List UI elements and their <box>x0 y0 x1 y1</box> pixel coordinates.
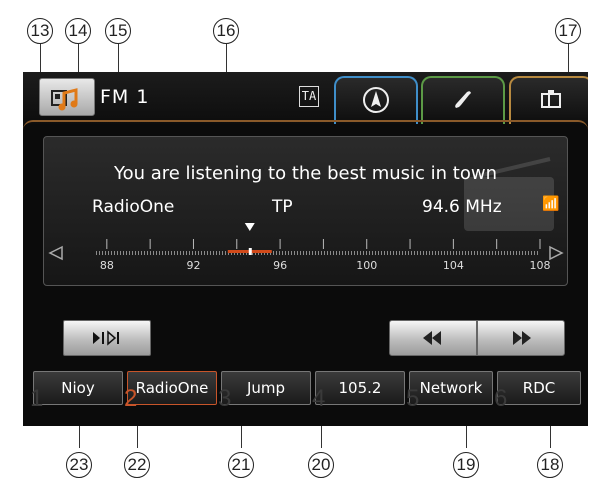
callout-19: 19 <box>453 452 479 478</box>
callout-21: 21 <box>228 452 254 478</box>
seek-forward-button[interactable] <box>477 320 565 356</box>
tab-media[interactable] <box>509 76 588 124</box>
radio-screen: FM 1 TA You are listening to the best mu… <box>23 72 588 426</box>
seek-forward-icon <box>513 331 531 345</box>
preset-bar: 1 Nioy 2 RadioOne 3 Jump 4 105.2 5 Netwo… <box>30 368 583 412</box>
tune-right-arrow-icon[interactable] <box>549 245 564 261</box>
ta-button[interactable]: TA <box>299 86 319 107</box>
preset-label: RadioOne <box>135 379 209 397</box>
scan-button[interactable] <box>63 320 151 356</box>
tuner-needle <box>248 248 252 255</box>
tuner-scale-label: 108 <box>530 259 551 272</box>
tab-phone[interactable] <box>421 76 505 124</box>
tuner-scale-label: 96 <box>273 259 287 272</box>
seek-backward-button[interactable] <box>389 320 477 356</box>
callout-22: 22 <box>124 452 150 478</box>
media-device-icon <box>541 90 561 108</box>
navigation-compass-icon <box>363 87 389 113</box>
callout-18: 18 <box>537 452 563 478</box>
preset-number: 3 <box>218 385 232 412</box>
preset-label: Nioy <box>61 379 95 397</box>
preset-1[interactable]: 1 Nioy <box>30 371 123 412</box>
preset-3[interactable]: 3 Jump <box>218 371 311 412</box>
band-label: FM 1 <box>100 86 150 108</box>
tuner-scale[interactable]: 88 92 96 100 104 108 <box>44 137 569 287</box>
preset-2[interactable]: 2 RadioOne <box>124 371 217 412</box>
callout-17: 17 <box>555 18 581 44</box>
callout-13: 13 <box>27 18 53 44</box>
callout-16: 16 <box>213 18 239 44</box>
tuner-scale-label: 104 <box>443 259 464 272</box>
callout-15: 15 <box>105 18 131 44</box>
seek-backward-icon <box>423 331 441 345</box>
preset-label: Network <box>419 379 483 397</box>
tune-left-arrow-icon[interactable] <box>48 245 63 261</box>
music-note-radio-icon <box>51 88 78 111</box>
tuner-scale-label: 88 <box>100 259 114 272</box>
tuner-pointer-icon <box>244 223 255 231</box>
preset-5[interactable]: 5 Network <box>406 371 493 412</box>
phone-handset-icon <box>455 91 471 108</box>
preset-number: 1 <box>30 385 44 412</box>
source-button[interactable] <box>39 78 95 116</box>
preset-label: RDC <box>522 379 556 397</box>
preset-label: 105.2 <box>338 379 382 397</box>
tab-navigation[interactable] <box>334 76 418 124</box>
preset-number: 4 <box>312 385 326 412</box>
scan-icon <box>93 330 119 346</box>
preset-6[interactable]: 6 RDC <box>494 371 581 412</box>
preset-label: Jump <box>246 379 286 397</box>
callout-20: 20 <box>308 452 334 478</box>
preset-4[interactable]: 4 105.2 <box>312 371 405 412</box>
callout-14: 14 <box>65 18 91 44</box>
header-bar: FM 1 TA <box>23 72 588 124</box>
preset-number: 6 <box>494 385 508 412</box>
tuner-scale-label: 92 <box>186 259 200 272</box>
callout-23: 23 <box>66 452 92 478</box>
tuner-scale-label: 100 <box>356 259 377 272</box>
preset-number: 5 <box>406 385 420 412</box>
info-panel: You are listening to the best music in t… <box>43 136 568 286</box>
